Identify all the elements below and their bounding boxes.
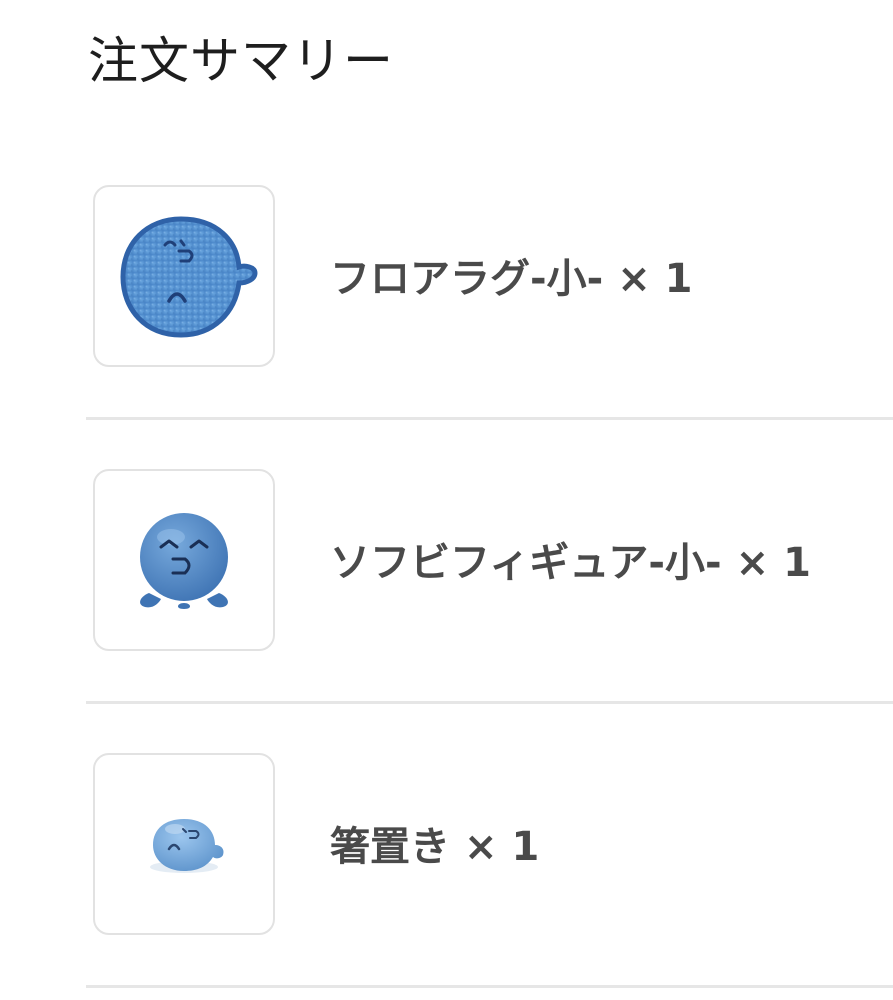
item-qty-prefix: × <box>617 256 651 302</box>
blue-floor-rug-image <box>120 216 258 338</box>
item-thumbnail[interactable] <box>93 469 275 651</box>
blue-vinyl-figure-image <box>140 513 228 609</box>
item-label: ソフビフィギュア-小- × 1 <box>330 533 811 593</box>
blue-chopstick-rest-image <box>150 819 224 873</box>
item-divider <box>86 985 893 988</box>
item-qty-prefix: × <box>464 824 498 870</box>
item-label: 箸置き × 1 <box>330 817 539 877</box>
item-qty: 1 <box>783 540 811 586</box>
item-name: 箸置き <box>330 824 450 870</box>
item-divider <box>86 701 893 704</box>
order-item-floor-rug: フロアラグ-小- × 1 <box>86 137 893 420</box>
item-qty: 1 <box>511 824 540 870</box>
item-thumbnail[interactable] <box>93 753 275 935</box>
page-title: 注文サマリー <box>88 32 394 90</box>
item-label: フロアラグ-小- × 1 <box>330 249 693 309</box>
item-divider <box>86 417 893 420</box>
order-item-vinyl-figure: ソフビフィギュア-小- × 1 <box>86 421 893 704</box>
item-name: ソフビフィギュア-小- <box>330 540 722 586</box>
item-thumbnail[interactable] <box>93 185 275 367</box>
item-qty: 1 <box>664 256 693 302</box>
order-item-chopstick-rest: 箸置き × 1 <box>86 705 893 988</box>
item-qty-prefix: × <box>735 540 770 586</box>
item-name: フロアラグ-小- <box>330 256 604 302</box>
